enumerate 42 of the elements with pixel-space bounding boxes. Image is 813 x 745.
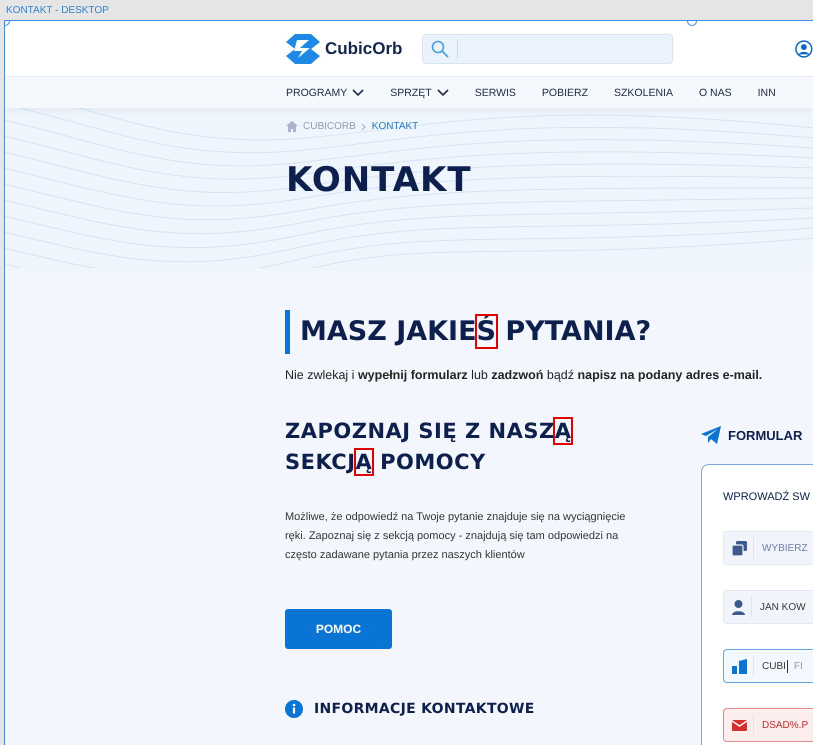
help-text: Możliwe, że odpowiedź na Twoje pytanie znajduje się na wyciągnięcie ręki. Zapoznaj się z sekcją pomocy - znajdują się tam odpowiedzi na często zadawane pytania przez naszych klientów — [285, 510, 626, 563]
nav-item[interactable]: O NAS — [698, 86, 732, 98]
input-field[interactable]: DSAD%.P — [723, 708, 813, 742]
stack-icon — [732, 540, 747, 556]
person-icon — [732, 600, 745, 614]
input-field[interactable]: JAN KOW — [723, 590, 813, 624]
chevron-right-icon — [360, 122, 367, 130]
user-icon[interactable] — [795, 40, 813, 58]
help-button[interactable]: POMOC — [285, 609, 392, 649]
field-hint: FI — [794, 660, 803, 672]
form-title: FORMULAR — [728, 428, 802, 442]
text-caret — [786, 660, 788, 672]
nav-item[interactable]: SZKOLENIA — [614, 86, 673, 98]
field-placeholder: WYBIERZ — [762, 542, 808, 554]
field-value: JAN KOW — [760, 602, 806, 612]
field-value: CUBI — [762, 660, 786, 672]
field-value: DSAD%.P — [762, 720, 808, 730]
input-field[interactable]: WYBIERZ — [723, 531, 813, 565]
chevron-down-icon — [436, 88, 449, 96]
cube-logo-icon — [286, 34, 320, 64]
nav-item[interactable]: INN — [758, 86, 776, 98]
logo-text[interactable]: CubicOrb — [325, 38, 402, 58]
info-icon — [285, 700, 303, 718]
search-icon — [430, 40, 449, 58]
mail-icon — [732, 720, 747, 730]
contact-info-heading: INFORMACJE KONTAKTOWE — [314, 701, 535, 717]
form-subtitle: WPROWADŹ SW — [723, 491, 811, 503]
help-heading: ZAPOZNAJ SIĘ Z NASZĄ SEKCJĄ POMOCY — [285, 418, 572, 476]
home-icon — [286, 121, 298, 132]
page-title: KONTAKT — [286, 160, 473, 200]
nav-item[interactable]: POBIERZ — [542, 86, 588, 98]
intro-text: Nie zwlekaj i wypełnij formularz lub zadzwoń bądź napisz na podany adres e-mail. — [285, 368, 764, 382]
breadcrumb-link[interactable]: KONTAKT — [372, 121, 418, 132]
nav-item[interactable]: SERWIS — [474, 86, 516, 98]
paper-plane-icon — [701, 426, 721, 444]
building-icon — [732, 658, 747, 674]
input-field[interactable]: CUBI FI — [723, 649, 813, 683]
chevron-down-icon — [352, 88, 364, 96]
search-field[interactable] — [422, 34, 674, 64]
nav-item[interactable]: SPRZĘT — [390, 86, 449, 98]
section-heading: MASZ JAKIEŚ PYTANIA? — [285, 310, 652, 354]
nav-item[interactable]: PROGRAMY — [286, 86, 364, 98]
